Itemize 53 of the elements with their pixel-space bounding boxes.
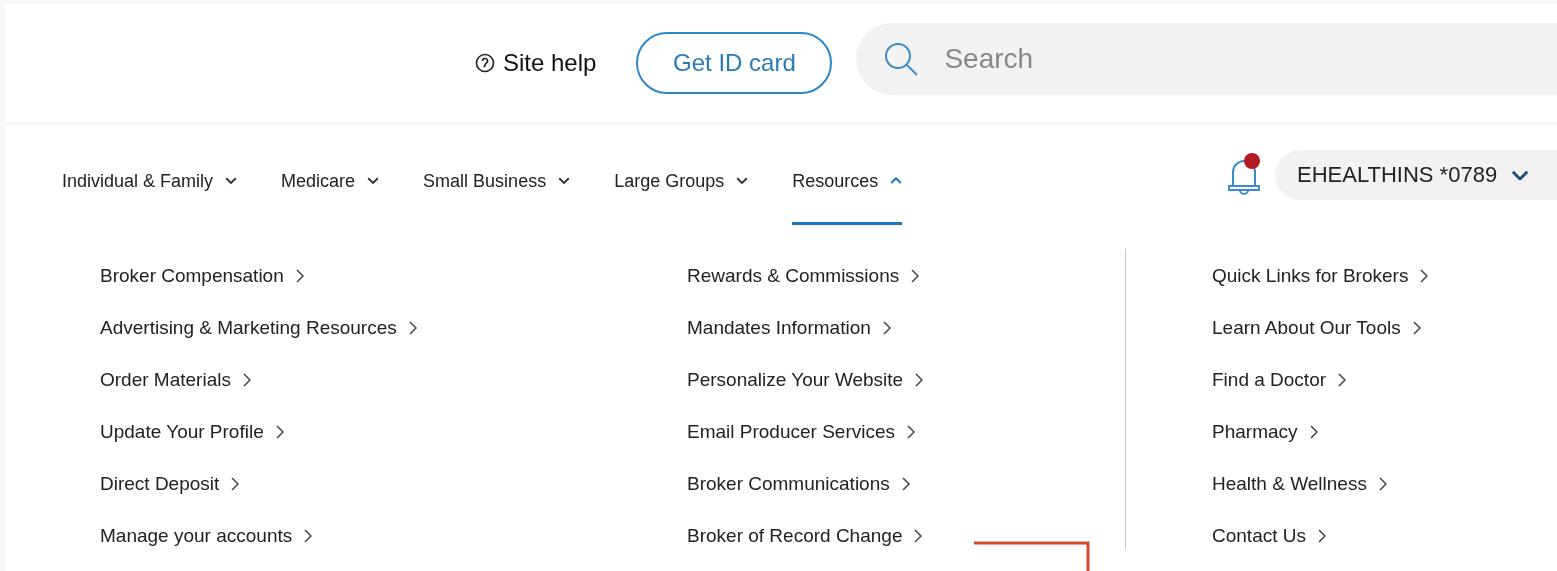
menu-link[interactable]: Health & Wellness bbox=[1212, 471, 1557, 497]
caret-down-icon bbox=[736, 177, 749, 185]
chevron-right-icon bbox=[231, 477, 240, 491]
nav-tab[interactable]: Medicare bbox=[281, 125, 380, 225]
menu-link[interactable]: Mandates Information bbox=[687, 315, 1125, 341]
caret-down-icon bbox=[367, 177, 380, 185]
get-id-card-button[interactable]: Get ID card bbox=[636, 32, 833, 94]
caret-up-icon bbox=[890, 177, 903, 185]
chevron-right-icon bbox=[304, 529, 313, 543]
search-field[interactable]: Search bbox=[942, 42, 1308, 76]
menu-link[interactable]: Quick Links for Brokers bbox=[1212, 263, 1557, 289]
caret-down-icon bbox=[1511, 169, 1530, 181]
menu-link[interactable]: Personalize Your Website bbox=[687, 367, 1125, 393]
menu-link[interactable]: Order Materials bbox=[100, 367, 687, 393]
menu-link[interactable]: Rewards & Commissions bbox=[687, 263, 1125, 289]
chevron-right-icon bbox=[275, 425, 284, 439]
nav-tab[interactable]: Small Business bbox=[423, 125, 571, 225]
chevron-right-icon bbox=[911, 269, 920, 283]
chevron-right-icon bbox=[295, 269, 304, 283]
chevron-right-icon bbox=[882, 321, 891, 335]
chevron-right-icon bbox=[915, 373, 924, 387]
menu-link[interactable]: Manage your accounts bbox=[100, 523, 687, 549]
menu-link[interactable]: Learn About Our Tools bbox=[1212, 315, 1557, 341]
menu-link[interactable]: Broker Communications bbox=[687, 471, 1125, 497]
caret-down-icon bbox=[225, 177, 238, 185]
help-icon bbox=[475, 53, 495, 73]
menu-link[interactable]: Pharmacy bbox=[1212, 419, 1557, 445]
chevron-right-icon bbox=[914, 529, 923, 543]
menu-link[interactable]: Broker of Record Change bbox=[687, 523, 1125, 549]
chevron-right-icon bbox=[408, 321, 417, 335]
chevron-right-icon bbox=[901, 477, 910, 491]
chevron-right-icon bbox=[1309, 425, 1318, 439]
site-help-link[interactable]: Site help bbox=[475, 49, 597, 77]
menu-link[interactable]: Update Your Profile bbox=[100, 419, 687, 445]
menu-link[interactable]: Broker Compensation bbox=[100, 263, 687, 289]
menu-link[interactable]: Email Producer Services bbox=[687, 419, 1125, 445]
menu-link[interactable]: Find a Doctor bbox=[1212, 367, 1557, 393]
chevron-right-icon bbox=[907, 425, 916, 439]
nav-tab[interactable]: Individual & Family bbox=[62, 125, 238, 225]
menu-link[interactable]: Advertising & Marketing Resources bbox=[100, 315, 687, 341]
menu-link[interactable]: Contact Us bbox=[1212, 523, 1557, 549]
nav-tab[interactable]: Resources bbox=[792, 125, 903, 225]
chevron-right-icon bbox=[1420, 269, 1429, 283]
caret-down-icon bbox=[558, 177, 571, 185]
menu-link[interactable]: Direct Deposit bbox=[100, 471, 687, 497]
chevron-right-icon bbox=[1338, 373, 1347, 387]
notification-bell-icon[interactable] bbox=[1225, 152, 1263, 198]
chevron-right-icon bbox=[1318, 529, 1326, 543]
chevron-right-icon bbox=[1412, 321, 1421, 335]
chevron-right-icon bbox=[1378, 477, 1387, 491]
nav-tab[interactable]: Large Groups bbox=[614, 125, 749, 225]
chevron-right-icon bbox=[242, 373, 251, 387]
account-menu-button[interactable]: EHEALTHINS *0789 bbox=[1275, 150, 1557, 200]
